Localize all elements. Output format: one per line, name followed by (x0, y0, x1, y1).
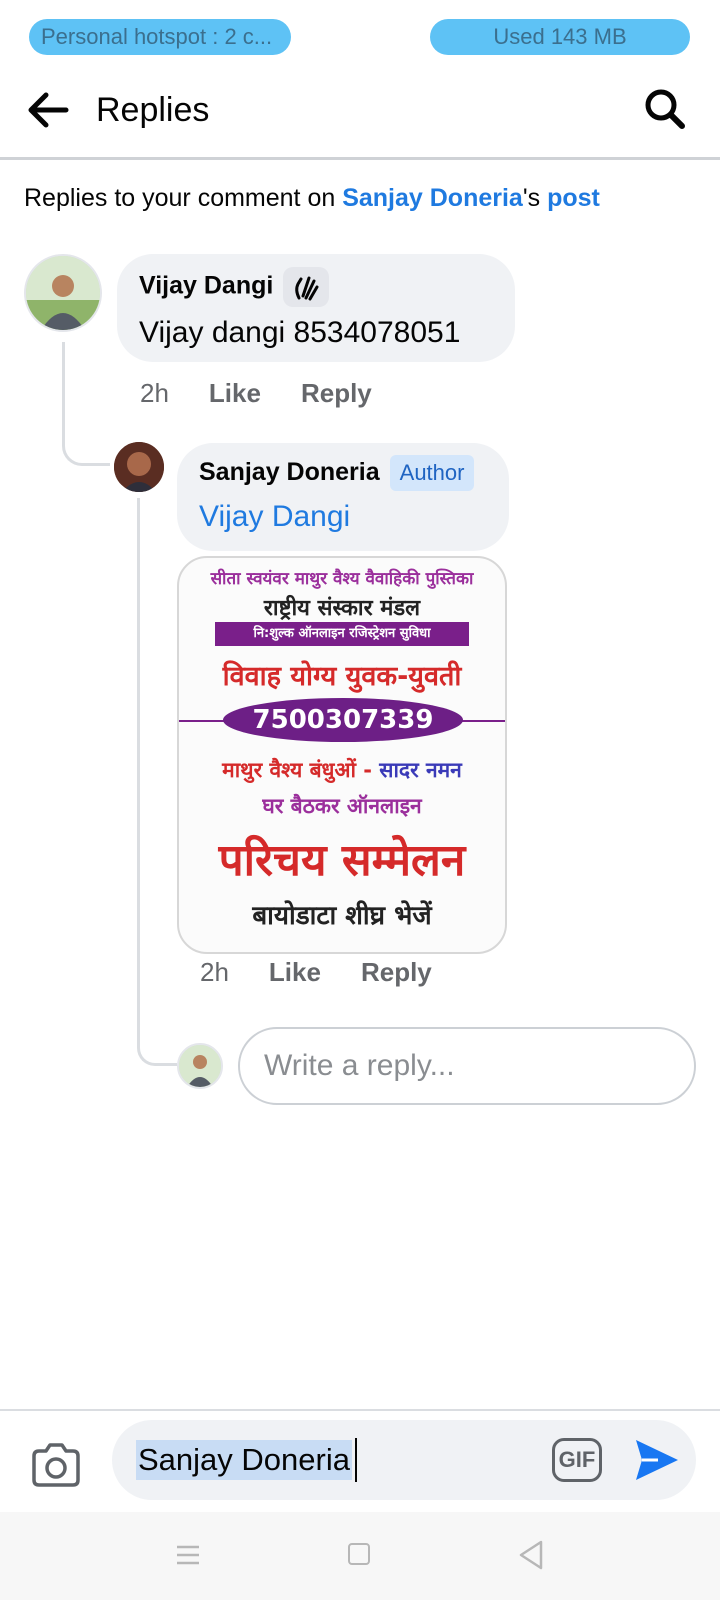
like-button[interactable]: Like (269, 957, 321, 987)
author-name[interactable]: Vijay Dangi (139, 272, 273, 300)
context-possessive: 's (522, 184, 548, 212)
header-divider (0, 157, 720, 160)
poster-text: सीता स्वयंवर माथुर वैश्य वैवाहिकी पुस्ति… (210, 569, 474, 589)
comment-actions: 2h Like Reply (200, 955, 472, 989)
post-author-link[interactable]: Sanjay Doneria (342, 184, 523, 212)
like-button[interactable]: Like (209, 378, 261, 408)
attached-image[interactable]: सीता स्वयंवर माथुर वैश्य वैवाहिकी पुस्ति… (177, 556, 507, 954)
hotspot-status-pill[interactable]: Personal hotspot : 2 c... (29, 19, 291, 55)
replies-context: Replies to your comment on Sanjay Doneri… (24, 181, 600, 215)
poster-text: बायोडाटा शीघ्र भेजें (252, 901, 432, 931)
avatar-sanjay-doneria[interactable] (114, 442, 164, 492)
nav-back-icon[interactable] (518, 1540, 544, 1570)
mention-link[interactable]: Vijay Dangi (199, 497, 487, 537)
poster-banner: नि:शुल्क ऑनलाइन रजिस्ट्रेशन सुविधा (215, 622, 469, 646)
avatar-image (26, 256, 100, 330)
poster-headline: परिचय सम्मेलन (218, 835, 466, 886)
thread-line (137, 498, 177, 1066)
poster-text: माथुर वैश्य बंधुओं - सादर नमन (179, 756, 505, 784)
avatar-image (114, 442, 164, 492)
comment-author[interactable]: Vijay Dangi (139, 267, 493, 307)
data-usage-pill[interactable]: Used 143 MB (430, 19, 690, 55)
poster-text: विवाह योग्य युवक-युवती (222, 661, 462, 692)
home-icon[interactable] (348, 1543, 370, 1565)
author-name[interactable]: Sanjay Doneria (199, 458, 380, 486)
comment-time: 2h (200, 957, 229, 987)
comment-actions: 2h Like Reply (140, 376, 412, 410)
author-badge: Author (389, 455, 475, 492)
context-prefix: Replies to your comment on (24, 184, 343, 212)
comment-author[interactable]: Sanjay Doneria Author (199, 455, 487, 492)
comment-time: 2h (140, 378, 169, 408)
reply-button[interactable]: Reply (301, 378, 372, 408)
recent-apps-icon[interactable] (176, 1544, 200, 1566)
composer-text[interactable]: Sanjay Doneria (136, 1440, 352, 1480)
send-icon[interactable] (632, 1436, 682, 1484)
waving-hand-icon (283, 267, 330, 307)
poster-text: घर बैठकर ऑनलाइन (262, 794, 422, 818)
reply-button[interactable]: Reply (361, 957, 432, 987)
comment-bubble[interactable]: Vijay Dangi Vijay dangi 8534078051 (117, 254, 515, 362)
post-link[interactable]: post (547, 184, 600, 212)
poster-phone: 7500307339 (223, 698, 463, 742)
text-caret (355, 1438, 357, 1482)
camera-icon[interactable] (30, 1442, 82, 1488)
poster-text: सादर नमन (379, 758, 462, 782)
gif-button[interactable]: GIF (552, 1438, 602, 1482)
back-arrow-icon[interactable] (22, 84, 74, 136)
composer-divider (0, 1409, 720, 1411)
avatar-vijay-dangi[interactable] (24, 254, 102, 332)
write-reply-input[interactable]: Write a reply... (238, 1027, 696, 1105)
page-title: Replies (96, 91, 210, 129)
my-avatar (177, 1043, 223, 1089)
poster-text: माथुर वैश्य बंधुओं - (222, 758, 380, 782)
search-icon[interactable] (640, 84, 690, 134)
avatar-image (179, 1045, 221, 1087)
comment-text: Vijay dangi 8534078051 (139, 316, 461, 349)
reply-bubble[interactable]: Sanjay Doneria Author Vijay Dangi (177, 443, 509, 551)
poster-text: राष्ट्रीय संस्कार मंडल (263, 596, 421, 621)
thread-line (62, 342, 110, 466)
